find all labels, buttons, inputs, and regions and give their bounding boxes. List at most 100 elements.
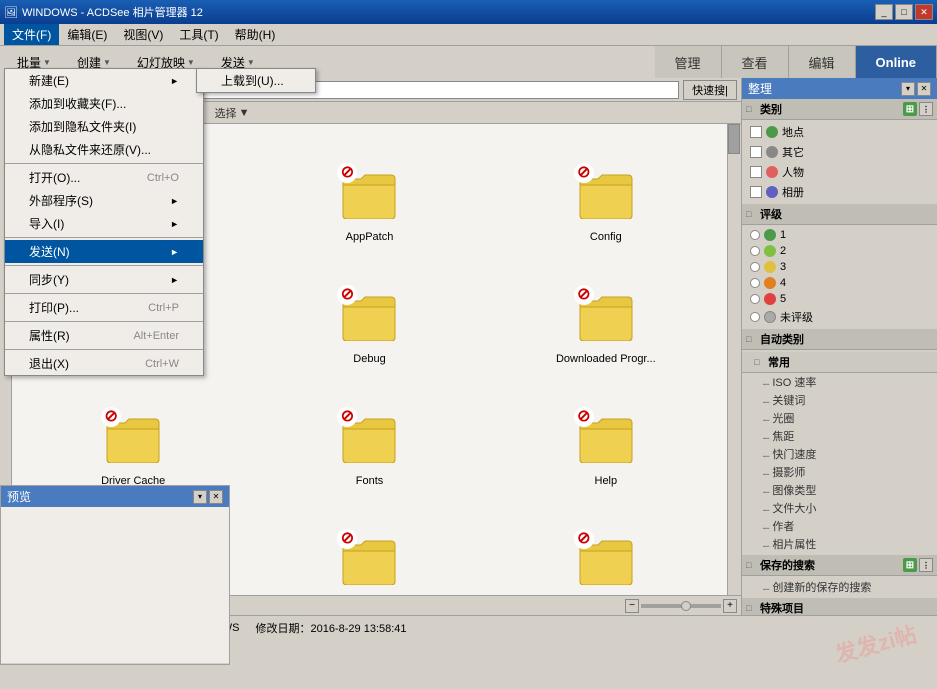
send-arrow: ▼ xyxy=(247,58,255,67)
auto-imagetype[interactable]: 图像类型 xyxy=(742,481,937,499)
create-saved-search[interactable]: 创建新的保存的搜索 xyxy=(742,578,937,596)
rp-close-button[interactable]: ✕ xyxy=(917,82,931,96)
place-checkbox[interactable] xyxy=(750,126,762,138)
menu-help[interactable]: 帮助(H) xyxy=(227,24,284,45)
tab-view[interactable]: 查看 xyxy=(722,46,789,78)
saved-searches-add-button[interactable]: ⊞ xyxy=(903,558,917,572)
other-dot xyxy=(766,146,778,158)
menu-exit[interactable]: 退出(X) Ctrl+W xyxy=(5,352,203,375)
preview-pin-button[interactable]: ▾ xyxy=(193,490,207,504)
import-arrow: ► xyxy=(170,219,179,229)
category-people[interactable]: 人物 xyxy=(742,162,937,182)
select-arrow: ▼ xyxy=(239,107,250,119)
grid-scrollbar[interactable] xyxy=(727,124,741,595)
close-button[interactable]: ✕ xyxy=(915,4,933,20)
auto-author[interactable]: 作者 xyxy=(742,517,937,535)
auto-iso[interactable]: ISO 速率 xyxy=(742,373,937,391)
file-item[interactable]: ⊘ Config xyxy=(489,128,723,248)
unrated-radio[interactable] xyxy=(750,312,760,322)
auto-categories-section-header[interactable]: □ 自动类别 xyxy=(742,329,937,350)
auto-aperture[interactable]: 光圈 xyxy=(742,409,937,427)
menu-external[interactable]: 外部程序(S) ► xyxy=(5,189,203,212)
preview-controls: ▾ ✕ xyxy=(193,490,223,504)
rating1-radio[interactable] xyxy=(750,230,760,240)
auto-categories-body: □ 常用 ISO 速率 关键词 光圈 焦距 快门速度 摄影师 图像类型 文件大小… xyxy=(742,350,937,555)
rating-4[interactable]: 4 xyxy=(742,275,937,291)
rating5-radio[interactable] xyxy=(750,294,760,304)
file-item[interactable]: ⊘ Help xyxy=(489,372,723,492)
file-item[interactable]: ⊘ Driver Cache xyxy=(16,372,250,492)
menu-edit[interactable]: 编辑(E) xyxy=(59,24,115,45)
tab-edit[interactable]: 编辑 xyxy=(789,46,856,78)
title-bar-controls[interactable]: _ □ ✕ xyxy=(875,4,933,20)
select-button[interactable]: 选择 ▼ xyxy=(209,104,256,122)
menu-bar: 文件(F) 编辑(E) 视图(V) 工具(T) 帮助(H) xyxy=(0,24,937,46)
menu-open[interactable]: 打开(O)... Ctrl+O xyxy=(5,166,203,189)
rating4-radio[interactable] xyxy=(750,278,760,288)
file-item[interactable]: ⊘ java xyxy=(252,494,486,595)
title-bar: 🖼 WINDOWS - ACDSee 相片管理器 12 _ □ ✕ xyxy=(0,0,937,24)
batch-arrow: ▼ xyxy=(43,58,51,67)
special-items-section-header[interactable]: □ 特殊项目 xyxy=(742,598,937,615)
preview-close-button[interactable]: ✕ xyxy=(209,490,223,504)
auto-focal[interactable]: 焦距 xyxy=(742,427,937,445)
menu-view[interactable]: 视图(V) xyxy=(115,24,171,45)
preview-title: 预览 xyxy=(7,488,31,505)
send-submenu: 上载到(U)... xyxy=(196,68,316,93)
menu-print[interactable]: 打印(P)... Ctrl+P xyxy=(5,296,203,319)
slider-track[interactable] xyxy=(641,604,721,608)
menu-sync[interactable]: 同步(Y) ► xyxy=(5,268,203,291)
menu-properties[interactable]: 属性(R) Alt+Enter xyxy=(5,324,203,347)
other-checkbox[interactable] xyxy=(750,146,762,158)
send-upload[interactable]: 上载到(U)... xyxy=(197,69,315,92)
rp-pin-button[interactable]: ▾ xyxy=(901,82,915,96)
album-checkbox[interactable] xyxy=(750,186,762,198)
rating-2[interactable]: 2 xyxy=(742,243,937,259)
menu-tools[interactable]: 工具(T) xyxy=(171,24,226,45)
menu-add-favorites[interactable]: 添加到收藏夹(F)... xyxy=(5,92,203,115)
tab-manage[interactable]: 管理 xyxy=(655,46,722,78)
rating3-radio[interactable] xyxy=(750,262,760,272)
auto-filesize[interactable]: 文件大小 xyxy=(742,499,937,517)
rating-1[interactable]: 1 xyxy=(742,227,937,243)
zoom-minus-button[interactable]: − xyxy=(625,599,639,613)
slider-thumb[interactable] xyxy=(681,601,691,611)
auto-photographer[interactable]: 摄影师 xyxy=(742,463,937,481)
rating2-radio[interactable] xyxy=(750,246,760,256)
menu-file[interactable]: 文件(F) xyxy=(4,24,59,45)
menu-restore-private[interactable]: 从隐私文件来还原(V)... xyxy=(5,138,203,161)
categories-menu-button[interactable]: ⋮ xyxy=(919,102,933,116)
menu-send[interactable]: 发送(N) ► xyxy=(5,240,203,263)
file-item[interactable]: ⊘ Fonts xyxy=(252,372,486,492)
file-item[interactable]: ⊘ AppPatch xyxy=(252,128,486,248)
category-album[interactable]: 相册 xyxy=(742,182,937,202)
menu-import[interactable]: 导入(I) ► xyxy=(5,212,203,235)
category-place[interactable]: 地点 xyxy=(742,122,937,142)
menu-add-private[interactable]: 添加到隐私文件夹(I) xyxy=(5,115,203,138)
categories-section-header[interactable]: □ 类别 ⊞ ⋮ xyxy=(742,99,937,120)
category-other[interactable]: 其它 xyxy=(742,142,937,162)
file-item[interactable]: ⊘ Debug xyxy=(252,250,486,370)
file-item[interactable]: ⊘ L2Schemas xyxy=(489,494,723,595)
rating-5[interactable]: 5 xyxy=(742,291,937,307)
saved-searches-menu-button[interactable]: ⋮ xyxy=(919,558,933,572)
menu-new[interactable]: 新建(E) ► xyxy=(5,69,203,92)
ratings-section-header[interactable]: □ 评级 xyxy=(742,204,937,225)
tab-online[interactable]: Online xyxy=(856,46,937,78)
maximize-button[interactable]: □ xyxy=(895,4,913,20)
file-name: Fonts xyxy=(356,475,384,487)
saved-searches-body: 创建新的保存的搜索 xyxy=(742,576,937,598)
common-subsection-header[interactable]: □ 常用 xyxy=(742,352,937,373)
search-button[interactable]: 快速搜| xyxy=(683,80,737,100)
auto-photo-props[interactable]: 相片属性 xyxy=(742,535,937,553)
categories-add-button[interactable]: ⊞ xyxy=(903,102,917,116)
rating-3[interactable]: 3 xyxy=(742,259,937,275)
file-item[interactable]: ⊘ Downloaded Progr... xyxy=(489,250,723,370)
people-checkbox[interactable] xyxy=(750,166,762,178)
minimize-button[interactable]: _ xyxy=(875,4,893,20)
auto-keyword[interactable]: 关键词 xyxy=(742,391,937,409)
zoom-plus-button[interactable]: + xyxy=(723,599,737,613)
rating-unrated[interactable]: 未评级 xyxy=(742,307,937,327)
saved-searches-section-header[interactable]: □ 保存的搜索 ⊞ ⋮ xyxy=(742,555,937,576)
auto-shutter[interactable]: 快门速度 xyxy=(742,445,937,463)
